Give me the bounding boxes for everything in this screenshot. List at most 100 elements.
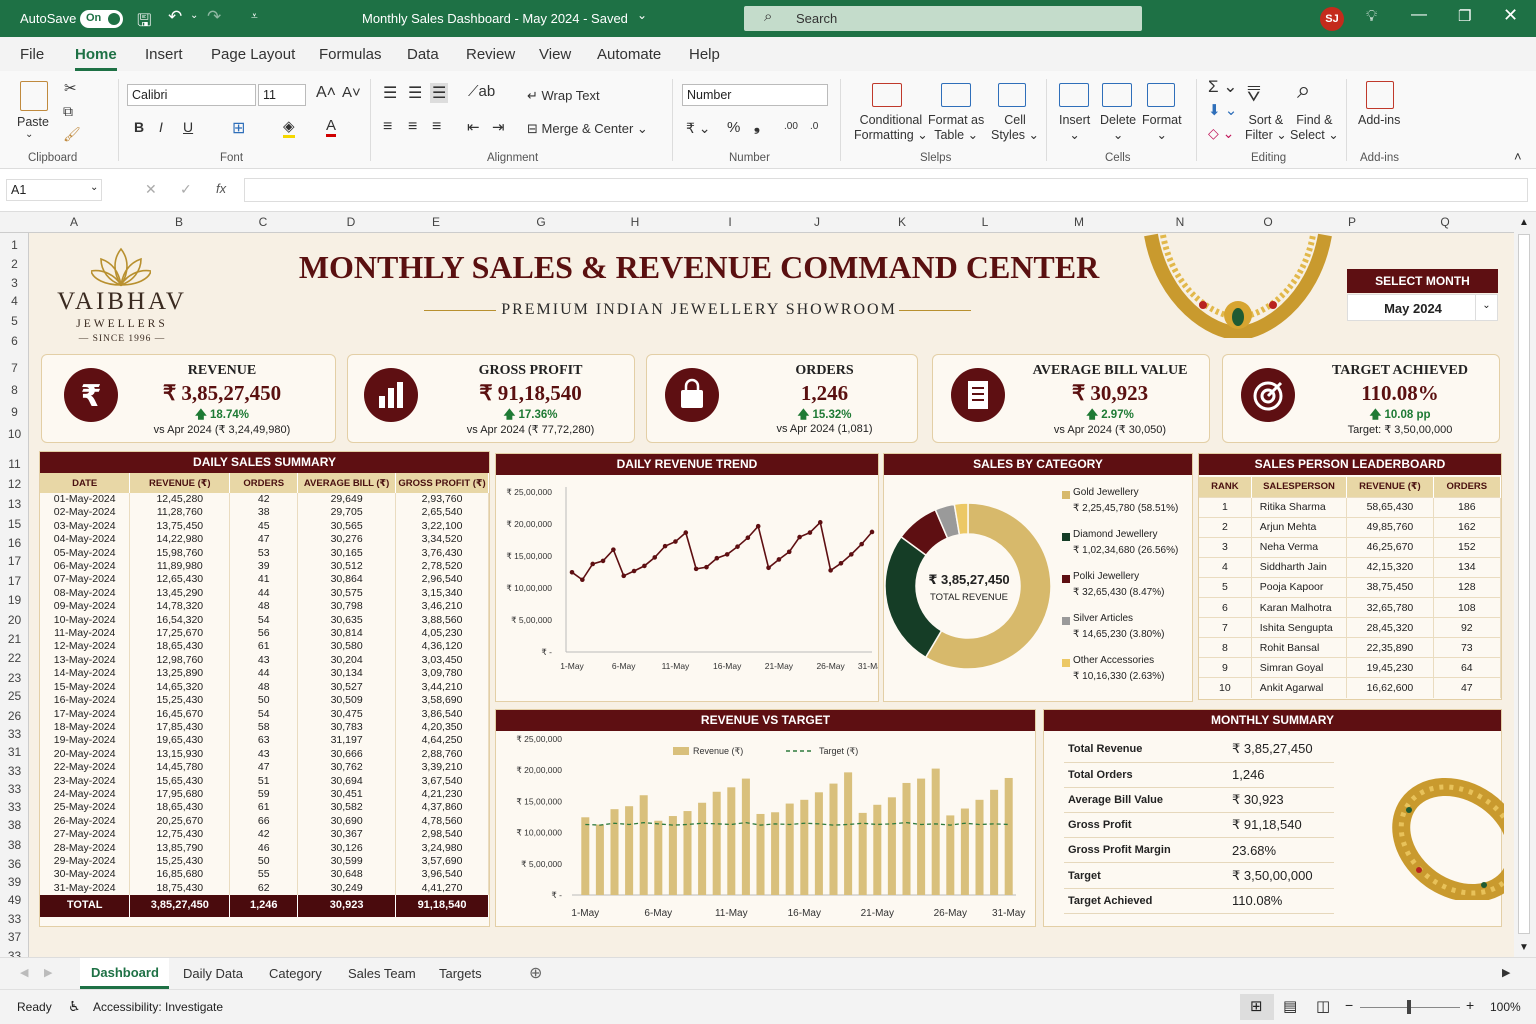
document-title[interactable]: Monthly Sales Dashboard - May 2024 - Sav… bbox=[362, 11, 628, 26]
delete-cells-icon[interactable] bbox=[1102, 83, 1132, 107]
fill-color-icon[interactable]: ◈ bbox=[283, 117, 295, 138]
sheet-tab-category[interactable]: Category bbox=[269, 966, 322, 981]
column-header[interactable]: M bbox=[1069, 215, 1089, 229]
zoom-in-icon[interactable]: + bbox=[1466, 997, 1474, 1013]
row-header[interactable]: 36 bbox=[0, 857, 29, 871]
increase-indent-icon[interactable]: ⇥ bbox=[492, 118, 505, 136]
column-header[interactable]: A bbox=[64, 215, 84, 229]
row-header[interactable]: 38 bbox=[0, 838, 29, 852]
delete-cells-button[interactable]: Delete ⌄ bbox=[1100, 113, 1136, 142]
row-header[interactable]: 10 bbox=[0, 427, 29, 441]
undo-icon[interactable]: ↶ bbox=[168, 7, 182, 27]
align-bottom-icon[interactable]: ☰ bbox=[430, 83, 449, 103]
row-header[interactable]: 49 bbox=[0, 893, 29, 907]
fill-icon[interactable]: ⬇ ⌄ bbox=[1208, 101, 1237, 119]
tab-formulas[interactable]: Formulas bbox=[319, 46, 382, 63]
bold-button[interactable]: B bbox=[134, 119, 144, 135]
row-header[interactable]: 33 bbox=[0, 912, 29, 926]
row-header[interactable]: 25 bbox=[0, 689, 29, 703]
row-header[interactable]: 1 bbox=[0, 238, 29, 252]
orientation-icon[interactable]: ⟋ab bbox=[468, 83, 495, 100]
row-header[interactable]: 33 bbox=[0, 764, 29, 778]
row-header[interactable]: 33 bbox=[0, 800, 29, 814]
decrease-indent-icon[interactable]: ⇤ bbox=[467, 118, 480, 136]
row-header[interactable]: 37 bbox=[0, 930, 29, 944]
column-header[interactable]: K bbox=[892, 215, 912, 229]
underline-button[interactable]: U bbox=[183, 119, 193, 135]
merge-center-button[interactable]: ⊟ Merge & Center ⌄ bbox=[527, 121, 648, 137]
copy-icon[interactable]: ⧉ bbox=[63, 103, 73, 120]
row-header[interactable]: 3 bbox=[0, 276, 29, 290]
column-header[interactable]: N bbox=[1170, 215, 1190, 229]
close-icon[interactable]: ✕ bbox=[1503, 5, 1518, 26]
tab-scroll-left-icon[interactable]: ◀ bbox=[20, 966, 28, 979]
enter-icon[interactable]: ✓ bbox=[180, 181, 192, 198]
currency-icon[interactable]: ₹ ⌄ bbox=[686, 120, 711, 137]
column-header[interactable]: Q bbox=[1435, 215, 1455, 229]
page-break-view-icon[interactable]: ◫ bbox=[1316, 997, 1330, 1015]
zoom-slider-thumb[interactable] bbox=[1407, 1000, 1411, 1014]
conditional-formatting-icon[interactable] bbox=[872, 83, 902, 107]
column-header[interactable]: L bbox=[975, 215, 995, 229]
tab-automate[interactable]: Automate bbox=[597, 46, 661, 63]
sort-filter-icon[interactable]: ⩢ bbox=[1247, 81, 1260, 107]
tab-home[interactable]: Home bbox=[75, 46, 117, 71]
addins-button[interactable]: Add-ins bbox=[1358, 113, 1400, 127]
column-header[interactable]: E bbox=[426, 215, 446, 229]
normal-view-icon[interactable]: ⊞ bbox=[1240, 994, 1274, 1020]
tab-data[interactable]: Data bbox=[407, 46, 439, 63]
row-header[interactable]: 19 bbox=[0, 593, 29, 607]
tab-review[interactable]: Review bbox=[466, 46, 515, 63]
minimize-icon[interactable]: — bbox=[1411, 6, 1427, 24]
align-left-icon[interactable]: ≡ bbox=[383, 118, 392, 136]
name-box[interactable]: A1 bbox=[6, 179, 102, 201]
paste-button[interactable]: Paste bbox=[17, 115, 49, 129]
page-layout-view-icon[interactable]: ▤ bbox=[1283, 997, 1297, 1015]
column-header[interactable]: J bbox=[807, 215, 827, 229]
column-header[interactable]: B bbox=[169, 215, 189, 229]
row-header[interactable]: 4 bbox=[0, 294, 29, 308]
redo-icon[interactable]: ↷ bbox=[207, 7, 221, 27]
add-sheet-icon[interactable]: ⊕ bbox=[529, 963, 542, 983]
tab-view[interactable]: View bbox=[539, 46, 571, 63]
month-select[interactable]: May 2024 ⌄ bbox=[1347, 294, 1498, 321]
column-header[interactable]: P bbox=[1342, 215, 1362, 229]
column-header[interactable]: I bbox=[720, 215, 740, 229]
undo-dropdown-icon[interactable]: ⌄ bbox=[190, 10, 198, 21]
clear-icon[interactable]: ◇ ⌄ bbox=[1208, 125, 1234, 142]
autosum-icon[interactable]: Σ ⌄ bbox=[1208, 77, 1237, 97]
row-header[interactable]: 33 bbox=[0, 782, 29, 796]
autosave-toggle[interactable]: On bbox=[80, 10, 123, 28]
sheet-tab-daily-data[interactable]: Daily Data bbox=[183, 966, 243, 981]
cut-icon[interactable]: ✂ bbox=[64, 79, 77, 97]
format-as-table-icon[interactable] bbox=[941, 83, 971, 107]
align-top-icon[interactable]: ☰ bbox=[383, 83, 397, 103]
percent-icon[interactable]: % bbox=[727, 119, 740, 136]
column-header[interactable]: O bbox=[1258, 215, 1278, 229]
insert-cells-button[interactable]: Insert ⌄ bbox=[1059, 113, 1090, 142]
sheet-tab-dashboard[interactable]: Dashboard bbox=[80, 958, 169, 989]
insert-cells-icon[interactable] bbox=[1059, 83, 1089, 107]
formula-input[interactable] bbox=[244, 178, 1528, 202]
lightbulb-icon[interactable]: 💡︎ bbox=[1366, 8, 1377, 26]
customize-toolbar-icon[interactable]: ⩡ bbox=[251, 9, 258, 24]
title-dropdown-icon[interactable]: ⌄ bbox=[637, 8, 647, 22]
row-header[interactable]: 8 bbox=[0, 383, 29, 397]
row-header[interactable]: 11 bbox=[0, 457, 29, 471]
scroll-thumb[interactable] bbox=[1518, 234, 1530, 934]
column-header[interactable]: D bbox=[341, 215, 361, 229]
increase-font-icon[interactable]: A˄ bbox=[316, 84, 336, 102]
align-right-icon[interactable]: ≡ bbox=[432, 118, 441, 136]
number-format-select[interactable]: Number bbox=[682, 84, 828, 106]
row-header[interactable]: 33 bbox=[0, 727, 29, 741]
find-select-button[interactable]: Find & Select ⌄ bbox=[1290, 113, 1339, 142]
row-header[interactable]: 21 bbox=[0, 632, 29, 646]
tab-help[interactable]: Help bbox=[689, 46, 720, 63]
cell-styles-button[interactable]: Cell Styles ⌄ bbox=[991, 113, 1039, 142]
borders-icon[interactable]: ⊞ bbox=[232, 118, 245, 138]
row-header[interactable]: 17 bbox=[0, 554, 29, 568]
vertical-scrollbar[interactable]: ▲ ▼ bbox=[1514, 212, 1536, 957]
row-header[interactable]: 12 bbox=[0, 477, 29, 491]
sheet-tab-sales-team[interactable]: Sales Team bbox=[348, 966, 416, 981]
zoom-out-icon[interactable]: − bbox=[1345, 997, 1353, 1013]
